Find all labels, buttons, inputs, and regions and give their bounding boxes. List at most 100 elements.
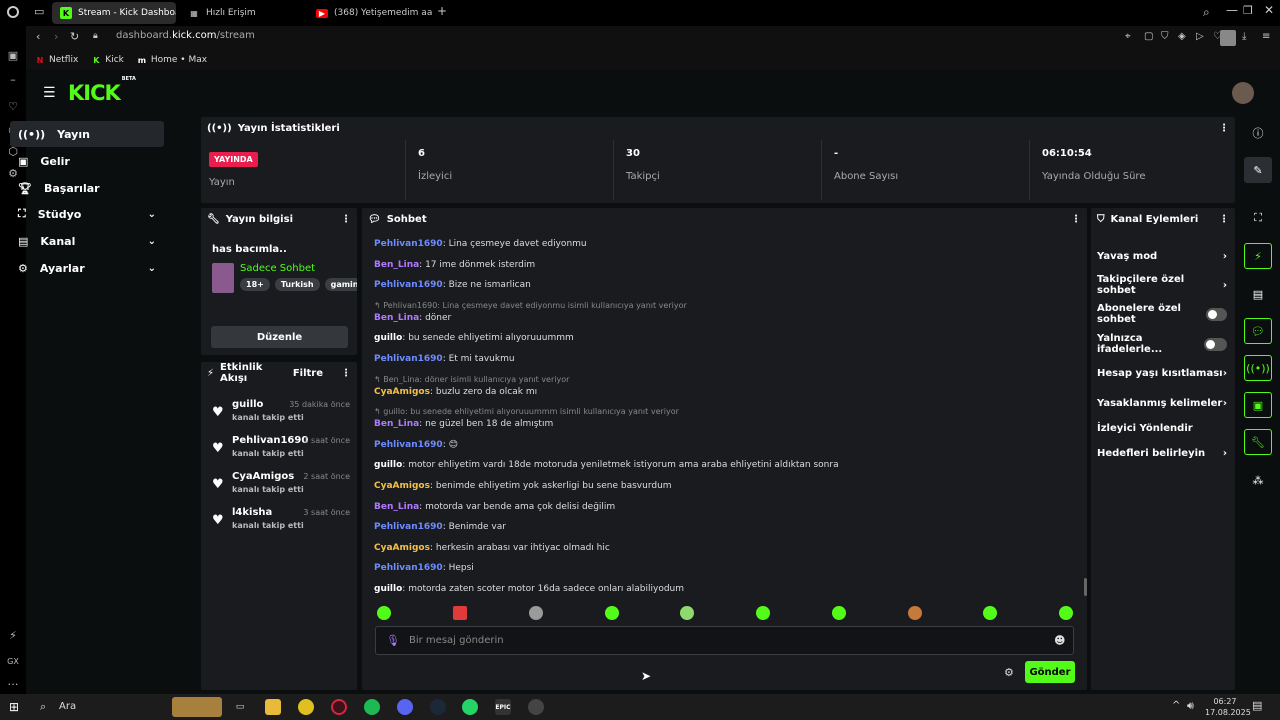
search-icon[interactable]: ⌕ — [1203, 5, 1210, 20]
chrome-icon[interactable] — [298, 699, 314, 715]
tag[interactable]: gaming — [324, 278, 357, 291]
category-link[interactable]: Sadece Sohbet — [240, 263, 315, 274]
emote-icon[interactable] — [756, 606, 770, 620]
heart-icon[interactable]: ♡ — [7, 101, 19, 113]
more-icon[interactable]: … — [7, 676, 19, 688]
channel-action-item[interactable]: İzleyici Yönlendir — [1097, 418, 1227, 438]
more-icon[interactable]: ⋮ — [341, 368, 351, 379]
channel-action-item[interactable]: Yavaş mod › — [1097, 246, 1227, 266]
chat-message[interactable]: Pehlivan1690: Hepsi — [374, 563, 474, 573]
minimize-icon[interactable]: — — [1226, 3, 1238, 17]
restore-icon[interactable]: ❐ — [1243, 4, 1253, 17]
nav-studyo[interactable]: ⛶ Stüdyo ⌄ — [10, 201, 164, 227]
wrench-icon[interactable]: 🔧︎ — [1244, 429, 1272, 455]
chat-message[interactable]: Pehlivan1690: 😊 — [374, 440, 458, 450]
volume-icon[interactable]: 🔊︎ — [1187, 699, 1194, 713]
menu-icon[interactable]: ≡ — [1262, 31, 1270, 42]
edit-button[interactable]: Düzenle — [211, 326, 348, 348]
chat-username[interactable]: guillo — [374, 584, 402, 594]
channel-action-item[interactable]: Yalnızca ifadelerle... — [1097, 333, 1227, 355]
channel-action-item[interactable]: Abonelere özel sohbet — [1097, 303, 1227, 325]
chat-message[interactable]: Pehlivan1690: Benimde var — [374, 522, 506, 532]
nav-kanal[interactable]: ▤ Kanal ⌄ — [10, 228, 164, 254]
chat-message[interactable]: Ben_Lina: motorda var bende ama çok deli… — [374, 502, 615, 512]
toggle-switch[interactable] — [1204, 337, 1227, 351]
shield-icon[interactable]: ⛉ — [1161, 31, 1169, 42]
pin-icon[interactable]: ⌖ — [1125, 31, 1131, 42]
epic-games-icon[interactable]: EPIC — [495, 699, 511, 715]
emote-icon[interactable] — [983, 606, 997, 620]
tag[interactable]: Turkish — [274, 278, 320, 291]
tab-speed-dial[interactable]: ▦ Hızlı Erişim — [180, 2, 304, 24]
search-highlight-image[interactable] — [172, 697, 222, 717]
send-button[interactable]: Gönder — [1025, 661, 1075, 683]
windows-start-icon[interactable]: ⊞ — [9, 700, 19, 714]
chat-username[interactable]: Ben_Lina — [374, 502, 419, 512]
chat-message[interactable]: Pehlivan1690: Et mi tavukmu — [374, 354, 515, 364]
tab-kick-dashboard[interactable]: K Stream - Kick Dashboard — [52, 2, 176, 24]
user-avatar[interactable] — [1232, 82, 1254, 104]
emote-icon[interactable] — [1059, 606, 1073, 620]
snapshot-icon[interactable]: ▢ — [1144, 31, 1153, 42]
steam-icon[interactable] — [430, 699, 446, 715]
toggle-switch[interactable] — [1206, 307, 1227, 321]
download-icon[interactable]: ⤓ — [1242, 31, 1246, 42]
pencil-icon[interactable]: ✎ — [1244, 157, 1272, 183]
profile-avatar[interactable] — [1220, 30, 1236, 46]
chat-username[interactable]: guillo — [374, 460, 402, 470]
lightning-icon[interactable]: ⚡︎ — [1244, 243, 1272, 269]
chat-username[interactable]: CyaAmigos — [374, 481, 430, 491]
emote-icon[interactable] — [529, 606, 543, 620]
obs-icon[interactable] — [528, 699, 544, 715]
filter-button[interactable]: Filtre — [293, 368, 323, 379]
clock[interactable]: 06:27 17.08.2025 — [1205, 696, 1251, 718]
chat-scrollbar[interactable] — [1084, 578, 1087, 596]
emote-icon[interactable] — [908, 606, 922, 620]
nav-yayin[interactable]: ((•)) Yayın — [10, 121, 164, 147]
chat-username[interactable]: Ben_Lina — [374, 313, 419, 323]
vpn-icon[interactable]: ◈ — [1178, 31, 1186, 42]
kick-logo[interactable]: KICKBETA — [68, 76, 136, 105]
bookmark-netflix[interactable]: N Netflix — [36, 54, 79, 66]
chat-message[interactable]: Ben_Lina: ne güzel ben 18 de almıştım — [374, 419, 553, 429]
workspace-icon[interactable]: ▣ — [7, 50, 19, 62]
chat-username[interactable]: guillo — [374, 333, 402, 343]
spotify-icon[interactable] — [364, 699, 380, 715]
emote-icon[interactable] — [453, 606, 467, 620]
file-explorer-icon[interactable] — [265, 699, 281, 715]
chat-username[interactable]: Ben_Lina — [374, 419, 419, 429]
back-icon[interactable]: ‹ — [36, 30, 40, 43]
chat-username[interactable]: CyaAmigos — [374, 387, 430, 397]
chat-message[interactable]: Ben_Lina: döner — [374, 313, 451, 323]
tab-manager-icon[interactable]: ▭ — [34, 5, 44, 18]
chat-message[interactable]: CyaAmigos: buzlu zero da olcak mı — [374, 387, 537, 397]
whatsapp-icon[interactable] — [462, 699, 478, 715]
chat-input[interactable]: Bir mesaj gönderin — [409, 635, 504, 646]
nav-ayarlar[interactable]: ⚙ Ayarlar ⌄ — [10, 255, 164, 281]
chat-message[interactable]: guillo: motorda zaten scoter motor 16da … — [374, 584, 684, 594]
opera-gx-icon[interactable] — [331, 699, 347, 715]
search-icon[interactable]: ⌕ — [40, 700, 46, 714]
bookmark-kick[interactable]: K Kick — [92, 54, 124, 66]
nav-gelir[interactable]: ▣ Gelir — [10, 148, 164, 174]
channel-action-item[interactable]: Takipçilere özel sohbet › — [1097, 274, 1227, 296]
chat-icon[interactable]: 💬︎ — [1244, 318, 1272, 344]
chat-username[interactable]: Pehlivan1690 — [374, 354, 443, 364]
emoji-icon[interactable]: ☻ — [1054, 634, 1065, 647]
close-icon[interactable]: ✕ — [1264, 3, 1274, 17]
channel-action-item[interactable]: Hesap yaşı kısıtlaması › — [1097, 363, 1227, 383]
chat-message[interactable]: CyaAmigos: herkesin arabası var ihtiyac … — [374, 543, 610, 553]
chat-message[interactable]: guillo: motor ehliyetim vardı 18de motor… — [374, 460, 839, 470]
chat-message[interactable]: guillo: bu senede ehliyetimi alıyoruuumm… — [374, 333, 574, 343]
taskbar-search[interactable]: Ara — [59, 701, 76, 712]
chat-username[interactable]: CyaAmigos — [374, 543, 430, 553]
emote-icon[interactable] — [680, 606, 694, 620]
chat-username[interactable]: Pehlivan1690 — [374, 239, 443, 249]
channel-icon[interactable]: ▣ — [1244, 392, 1272, 418]
emote-icon[interactable] — [377, 606, 391, 620]
chat-message[interactable]: Pehlivan1690: Lina çesmeye davet ediyonm… — [374, 239, 587, 249]
hamburger-menu-icon[interactable]: ☰ — [43, 85, 56, 101]
gx-icon[interactable]: GX — [7, 656, 19, 668]
chat-settings-icon[interactable]: ⚙ — [1004, 666, 1014, 679]
play-icon[interactable]: ▷ — [1196, 31, 1204, 42]
